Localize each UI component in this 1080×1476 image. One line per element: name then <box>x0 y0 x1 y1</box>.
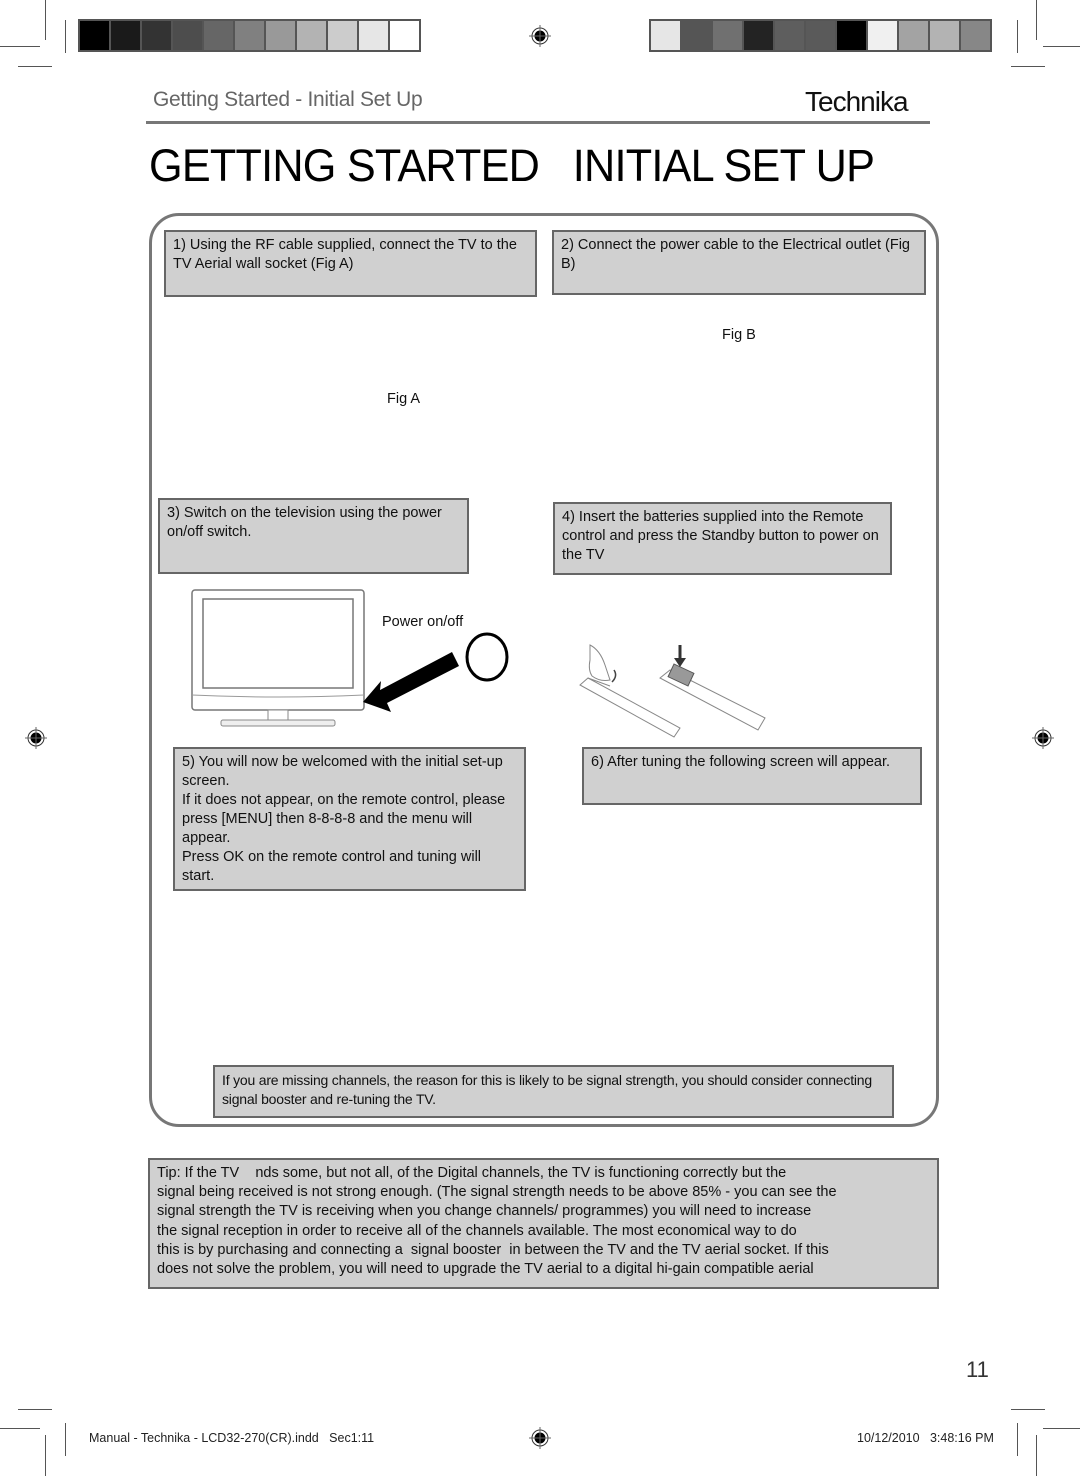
tip-line: signal strength the TV is receiving when… <box>157 1203 812 1220</box>
tip-line: signal being received is not strong enou… <box>157 1184 837 1201</box>
color-swatch <box>390 21 419 50</box>
crop-mark <box>1043 46 1080 47</box>
registration-mark-icon <box>529 25 551 47</box>
crop-mark <box>45 1435 46 1476</box>
tip-line: Tip: If the TV nds some, but not all, of… <box>157 1165 787 1181</box>
crop-mark <box>1043 1428 1080 1429</box>
crop-mark <box>1017 20 1018 53</box>
tip-line: does not solve the problem, you will nee… <box>157 1261 814 1278</box>
registration-mark-icon <box>529 1427 551 1449</box>
crop-mark <box>0 46 40 47</box>
tv-stand-base <box>220 719 336 727</box>
tv-illustration <box>191 589 509 727</box>
tv-stand-neck <box>267 709 289 721</box>
crop-mark <box>1011 1409 1045 1410</box>
color-swatch <box>744 21 773 50</box>
step-3-box: 3) Switch on the television using the po… <box>158 498 469 574</box>
registration-mark-icon <box>25 727 47 749</box>
tip-line: the signal reception in order to receive… <box>157 1222 797 1239</box>
color-swatch <box>899 21 928 50</box>
missing-channels-notice: If you are missing channels, the reason … <box>213 1065 894 1118</box>
color-swatch <box>204 21 233 50</box>
step-4-box: 4) Insert the batteries supplied into th… <box>553 502 892 575</box>
print-timestamp: 10/12/2010 3:48:16 PM <box>857 1431 994 1445</box>
power-button-icon <box>465 632 509 682</box>
tv-screen <box>202 598 354 689</box>
color-calibration-bar-left <box>78 19 421 52</box>
color-swatch <box>682 21 711 50</box>
tip-box: Tip: If the TV nds some, but not all, of… <box>148 1158 939 1289</box>
color-swatch <box>328 21 357 50</box>
hand-icon <box>588 644 611 681</box>
color-swatch <box>961 21 990 50</box>
section-title: Getting Started - Initial Set Up <box>153 88 423 111</box>
file-info: Manual - Technika - LCD32-270(CR).indd S… <box>89 1431 375 1445</box>
fig-b-label: Fig B <box>722 327 756 343</box>
color-swatch <box>111 21 140 50</box>
step-5-line: If it does not appear, on the remote con… <box>182 792 506 846</box>
brand-logo: Technika <box>805 86 909 117</box>
color-swatch <box>775 21 804 50</box>
color-swatch <box>235 21 264 50</box>
fig-a-label: Fig A <box>387 391 421 407</box>
color-swatch <box>930 21 959 50</box>
color-swatch <box>651 21 680 50</box>
color-swatch <box>266 21 295 50</box>
step-6-box: 6) After tuning the following screen wil… <box>582 747 922 805</box>
step-5-box: 5) You will now be welcomed with the ini… <box>173 747 526 891</box>
crop-mark <box>18 1409 52 1410</box>
color-swatch <box>713 21 742 50</box>
color-calibration-bar-right <box>649 19 992 52</box>
remote-left <box>579 677 681 738</box>
tip-line: this is by purchasing and connecting a s… <box>157 1241 829 1258</box>
crop-mark <box>65 20 66 53</box>
crop-mark <box>1036 0 1037 40</box>
registration-mark-icon <box>1032 727 1054 749</box>
crop-mark <box>18 66 52 67</box>
header-divider <box>146 121 930 124</box>
power-on-off-label: Power on/off <box>382 614 464 630</box>
color-swatch <box>173 21 202 50</box>
step-5-line: 5) You will now be welcomed with the ini… <box>182 754 503 789</box>
step-2-box: 2) Connect the power cable to the Electr… <box>552 230 926 295</box>
crop-mark <box>45 0 46 40</box>
remote-battery-illustration <box>579 644 766 738</box>
color-swatch <box>359 21 388 50</box>
crop-mark <box>1036 1435 1037 1476</box>
arrow-icon <box>363 652 459 712</box>
page-title: GETTING STARTED INITIAL SET UP <box>149 140 875 191</box>
color-swatch <box>80 21 109 50</box>
crop-mark <box>0 1428 40 1429</box>
page-number: 11 <box>966 1357 989 1382</box>
color-swatch <box>142 21 171 50</box>
color-swatch <box>837 21 866 50</box>
color-swatch <box>297 21 326 50</box>
color-swatch <box>806 21 835 50</box>
step-1-box: 1) Using the RF cable supplied, connect … <box>164 230 537 297</box>
color-swatch <box>868 21 897 50</box>
step-5-line: Press OK on the remote control and tunin… <box>182 849 482 884</box>
crop-mark <box>1017 1423 1018 1456</box>
crop-mark <box>65 1423 66 1456</box>
crop-mark <box>1011 66 1045 67</box>
